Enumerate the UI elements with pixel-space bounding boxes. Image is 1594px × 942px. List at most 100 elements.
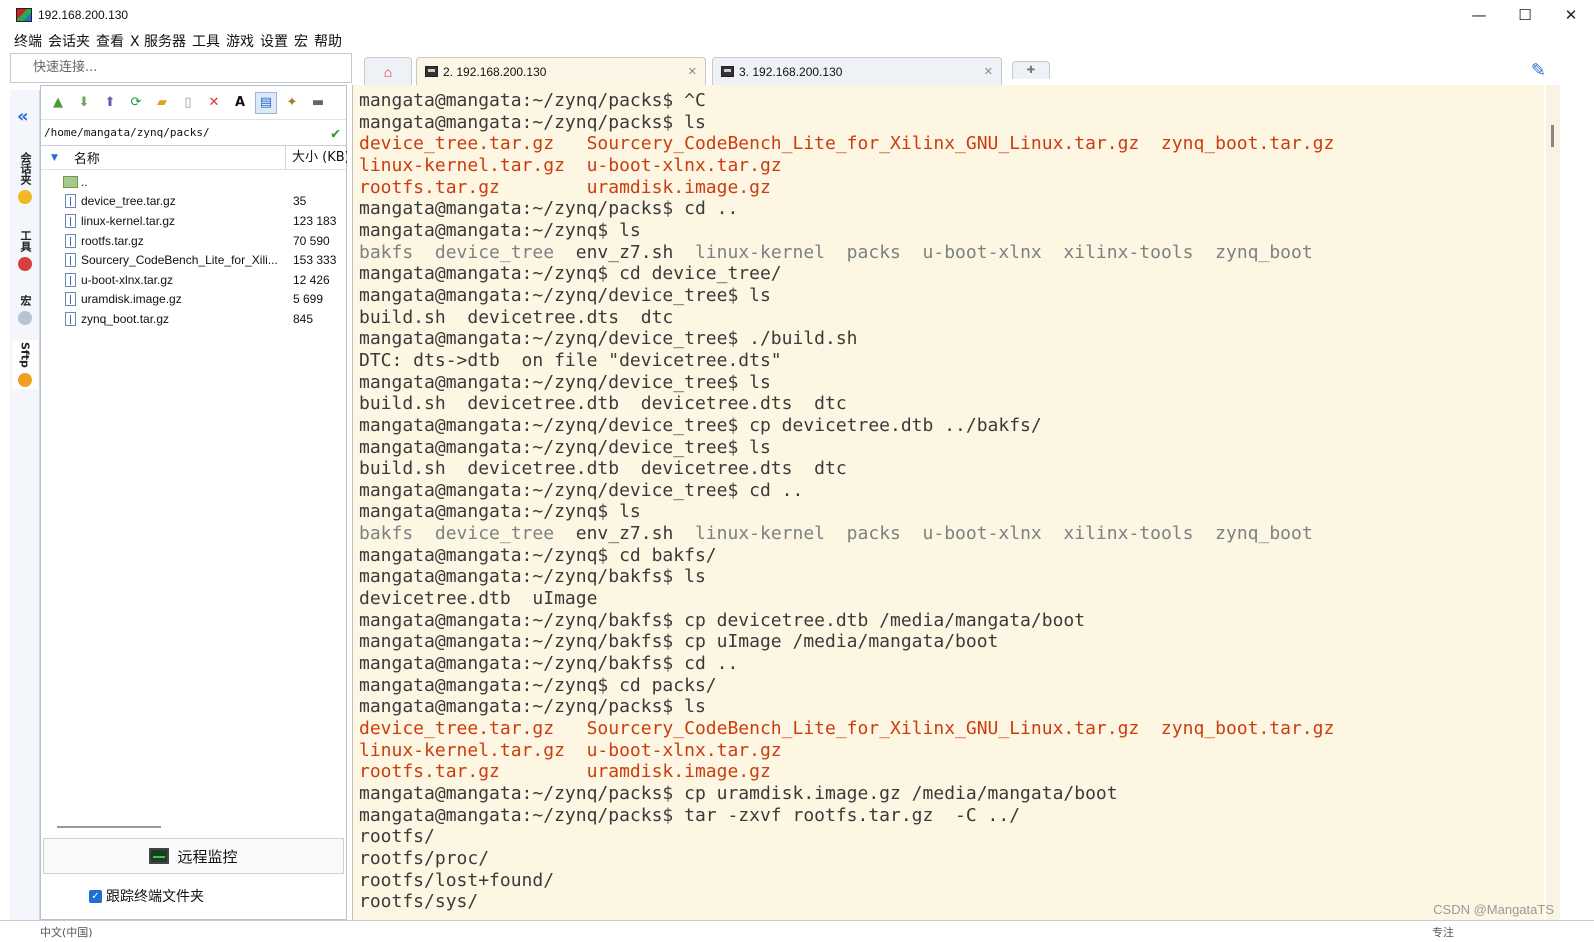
up-folder-icon[interactable]: ▲ <box>47 92 69 114</box>
collapse-icon[interactable]: « <box>17 106 29 127</box>
menu-settings[interactable]: 设置 <box>260 31 288 51</box>
terminal-line: rootfs/ <box>353 826 1544 848</box>
strip-tab-label: Sftp <box>18 342 32 368</box>
sftp-toolbar: ▲ ⬇ ⬆ ⟳ ▰ ▯ ✕ A ▤ ✦ ▬ <box>41 86 346 120</box>
file-icon <box>65 253 76 268</box>
new-tab-button[interactable]: ✚ <box>1012 61 1050 79</box>
terminal-text: mangata@mangata:~/zynq$ ls <box>359 501 641 523</box>
terminal-text: mangata@mangata:~/zynq/packs$ ls <box>359 696 706 718</box>
details-view-icon[interactable]: ▤ <box>255 91 277 114</box>
delete-icon[interactable]: ✕ <box>203 92 225 114</box>
terminal-line: mangata@mangata:~/zynq/packs$ ls <box>353 696 1544 718</box>
rename-icon[interactable]: A <box>229 92 251 114</box>
tab-close-icon[interactable]: ✕ <box>984 65 993 78</box>
terminal-line: device_tree.tar.gz Sourcery_CodeBench_Li… <box>353 718 1544 740</box>
menu-help[interactable]: 帮助 <box>314 31 342 51</box>
download-icon[interactable]: ⬇ <box>73 92 95 114</box>
terminal-scrollbar[interactable] <box>1546 85 1560 920</box>
file-icon <box>65 233 76 248</box>
new-file-icon[interactable]: ▯ <box>177 92 199 114</box>
scroll-thumb[interactable] <box>1551 125 1554 147</box>
terminal-output[interactable]: mangata@mangata:~/zynq/packs$ ^C mangata@… <box>352 85 1544 920</box>
menu-games[interactable]: 游戏 <box>226 31 254 51</box>
menu-sessions[interactable]: 会话夹 <box>48 31 90 51</box>
tab-home[interactable]: ⌂ <box>364 57 412 85</box>
tab-session-2[interactable]: 2. 192.168.200.130 ✕ <box>416 57 706 85</box>
terminal-line: rootfs/lost+found/ <box>353 870 1544 892</box>
terminal-line: device_tree.tar.gz Sourcery_CodeBench_Li… <box>353 133 1544 155</box>
panel-splitter[interactable] <box>57 826 161 828</box>
strip-tab-tools[interactable]: 工具 <box>12 230 38 271</box>
minimize-button[interactable]: — <box>1456 0 1502 30</box>
home-icon: ⌂ <box>383 63 393 80</box>
remote-monitor-button[interactable]: 远程监控 <box>43 838 344 874</box>
column-size[interactable]: 大小 (KB) <box>285 146 347 170</box>
terminal-text: mangata@mangata:~/zynq/packs$ ls <box>359 111 706 133</box>
file-name: linux-kernel.tar.gz <box>81 213 176 228</box>
sort-arrow-icon[interactable]: ▼ <box>51 153 58 163</box>
terminal-text: mangata@mangata:~/zynq/packs$ cp uramdis… <box>359 783 1118 804</box>
menu-view[interactable]: 查看 <box>96 31 124 51</box>
strip-tab-sftp[interactable]: Sftp <box>12 340 38 389</box>
status-input-language: 中文(中国) <box>40 925 93 939</box>
file-row[interactable]: rootfs.tar.gz 70 590 <box>41 231 346 251</box>
file-row[interactable]: u-boot-xlnx.tar.gz 12 426 <box>41 270 346 290</box>
parent-folder-row[interactable]: .. <box>41 172 346 192</box>
maximize-button[interactable]: ☐ <box>1502 0 1548 30</box>
refresh-icon[interactable]: ⟳ <box>125 92 147 114</box>
terminal-line: mangata@mangata:~/zynq/device_tree$ ls <box>353 437 1544 459</box>
terminal-icon[interactable]: ▬ <box>307 92 329 114</box>
menu-xserver[interactable]: X 服务器 <box>130 31 186 51</box>
check-icon[interactable]: ✔ <box>331 124 340 142</box>
terminal-text: rootfs/lost+found/ <box>359 869 555 891</box>
terminal-text: env_z7.sh <box>575 241 695 263</box>
terminal-line: mangata@mangata:~/zynq/packs$ cp uramdis… <box>353 783 1544 805</box>
terminal-text: mangata@mangata:~/zynq/device_tree$ ./bu… <box>359 328 858 350</box>
app-icon <box>16 8 32 22</box>
menu-terminal[interactable]: 终端 <box>14 31 42 51</box>
star-icon <box>18 190 32 204</box>
file-row[interactable]: Sourcery_CodeBench_Lite_for_Xili... 153 … <box>41 250 346 270</box>
terminal-line: build.sh devicetree.dts dtc <box>353 307 1544 329</box>
checkbox-checked-icon[interactable]: ✓ <box>89 889 102 903</box>
follow-terminal-checkbox[interactable]: ✓ 跟踪终端文件夹 <box>89 886 204 906</box>
file-size: 845 <box>293 311 314 326</box>
terminal-line: mangata@mangata:~/zynq/device_tree$ ./bu… <box>353 328 1544 350</box>
terminal-text: mangata@mangata:~/zynq/device_tree$ cp d… <box>359 414 1042 436</box>
upload-icon[interactable]: ⬆ <box>99 92 121 114</box>
tab-label: 3. 192.168.200.130 <box>739 64 843 79</box>
column-name[interactable]: 名称 <box>74 148 100 167</box>
terminal-text: mangata@mangata:~/zynq/bakfs$ cp uImage … <box>359 631 999 653</box>
quick-connect-input[interactable]: 快速连接... <box>10 53 352 83</box>
new-folder-icon[interactable]: ▰ <box>151 92 173 114</box>
file-name: Sourcery_CodeBench_Lite_for_Xili... <box>81 253 278 268</box>
terminal-text: mangata@mangata:~/zynq$ cd device_tree/ <box>359 263 782 285</box>
terminal-line: mangata@mangata:~/zynq$ ls <box>353 220 1544 242</box>
file-list-header: ▼ 名称 大小 (KB) <box>41 146 347 170</box>
terminal-icon <box>721 66 734 77</box>
attach-icon[interactable]: ✎ <box>1531 60 1546 81</box>
settings-icon[interactable]: ✦ <box>281 92 303 114</box>
terminal-line: mangata@mangata:~/zynq/device_tree$ ls <box>353 285 1544 307</box>
menu-tools[interactable]: 工具 <box>192 31 220 51</box>
terminal-line: build.sh devicetree.dtb devicetree.dts d… <box>353 458 1544 480</box>
menu-macros[interactable]: 宏 <box>294 31 308 51</box>
file-row[interactable]: linux-kernel.tar.gz 123 183 <box>41 211 346 231</box>
close-button[interactable]: ✕ <box>1548 0 1594 30</box>
strip-tab-sessions[interactable]: 会话夹 <box>12 152 38 204</box>
tab-close-icon[interactable]: ✕ <box>688 65 697 78</box>
terminal-line: mangata@mangata:~/zynq/packs$ tar -zxvf … <box>353 805 1544 827</box>
follow-terminal-label: 跟踪终端文件夹 <box>106 889 204 905</box>
side-strip: « 会话夹 工具 宏 Sftp <box>10 90 40 920</box>
terminal-line: build.sh devicetree.dtb devicetree.dts d… <box>353 393 1544 415</box>
file-row[interactable]: uramdisk.image.gz 5 699 <box>41 290 346 310</box>
file-row[interactable]: zynq_boot.tar.gz 845 <box>41 309 346 329</box>
tab-session-3[interactable]: 3. 192.168.200.130 ✕ <box>712 57 1002 85</box>
terminal-text: mangata@mangata:~/zynq/device_tree$ ls <box>359 436 771 458</box>
file-name: rootfs.tar.gz <box>81 233 144 248</box>
sftp-path-input[interactable]: /home/mangata/zynq/packs/ ✔ <box>41 120 346 146</box>
strip-tab-macros[interactable]: 宏 <box>12 295 38 325</box>
monitor-icon <box>149 848 170 864</box>
file-row[interactable]: device_tree.tar.gz 35 <box>41 192 346 212</box>
terminal-text: build.sh devicetree.dts dtc <box>359 306 674 328</box>
